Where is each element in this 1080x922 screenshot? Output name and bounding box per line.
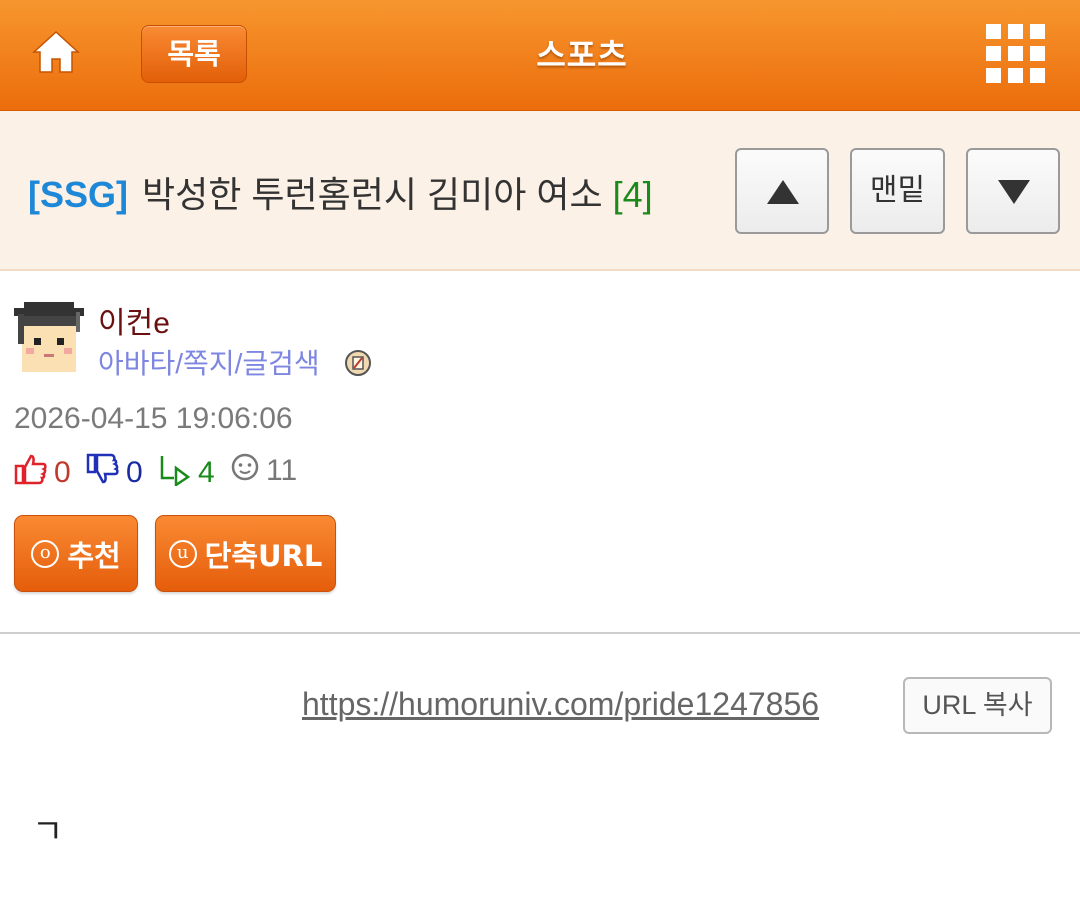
short-url-label: 단축URL — [204, 538, 323, 573]
author-links[interactable]: 아바타/쪽지/글검색 — [98, 342, 320, 382]
dislike-count: 0 — [126, 456, 143, 489]
list-button[interactable]: 목록 — [141, 25, 247, 83]
like-count: 0 — [54, 456, 71, 489]
arrow-down-icon — [998, 180, 1030, 204]
section-divider — [0, 632, 1080, 634]
top-header-bar: 목록 스포츠 — [0, 0, 1080, 111]
comment-stat: 4 — [158, 452, 215, 494]
home-icon[interactable] — [32, 28, 80, 76]
comment-stat-count: 4 — [198, 456, 215, 489]
like-stat: 0 — [14, 452, 71, 494]
prev-post-button[interactable] — [735, 148, 829, 234]
thumbs-up-icon — [14, 452, 48, 494]
post-date: 2026-04-15 19:06:06 — [14, 402, 293, 435]
next-post-button[interactable] — [966, 148, 1060, 234]
post-title: [SSG] 박성한 투런홈런시 김미아 여소 [4] — [28, 166, 653, 218]
url-copy-button[interactable]: URL 복사 — [903, 677, 1052, 734]
post-body-text: ㄱ — [32, 812, 64, 852]
reply-arrow-icon — [158, 452, 192, 494]
post-url-link[interactable]: https://humoruniv.com/pride1247856 — [302, 686, 819, 723]
thumbs-down-icon — [86, 452, 120, 494]
view-stat: 11 — [230, 452, 297, 490]
recommend-button[interactable]: o 추천 — [14, 515, 138, 592]
arrow-up-icon — [767, 180, 799, 204]
recommend-symbol: o — [31, 539, 60, 568]
author-name[interactable]: 이컨e — [98, 298, 170, 342]
post-category: [SSG] — [28, 174, 129, 215]
memo-icon[interactable] — [344, 349, 372, 377]
recommend-label: 추천 — [67, 538, 121, 573]
dislike-stat: 0 — [86, 452, 143, 494]
short-url-button[interactable]: u 단축URL — [155, 515, 336, 592]
comment-count[interactable]: [4] — [613, 174, 653, 215]
grid-menu-icon[interactable] — [986, 24, 1046, 84]
short-url-symbol: u — [168, 539, 197, 568]
avatar[interactable] — [14, 302, 84, 374]
smiley-icon — [230, 452, 260, 490]
go-bottom-button[interactable]: 맨밑 — [850, 148, 945, 234]
post-title-text: 박성한 투런홈런시 김미아 여소 — [142, 174, 603, 215]
view-count: 11 — [266, 454, 298, 487]
